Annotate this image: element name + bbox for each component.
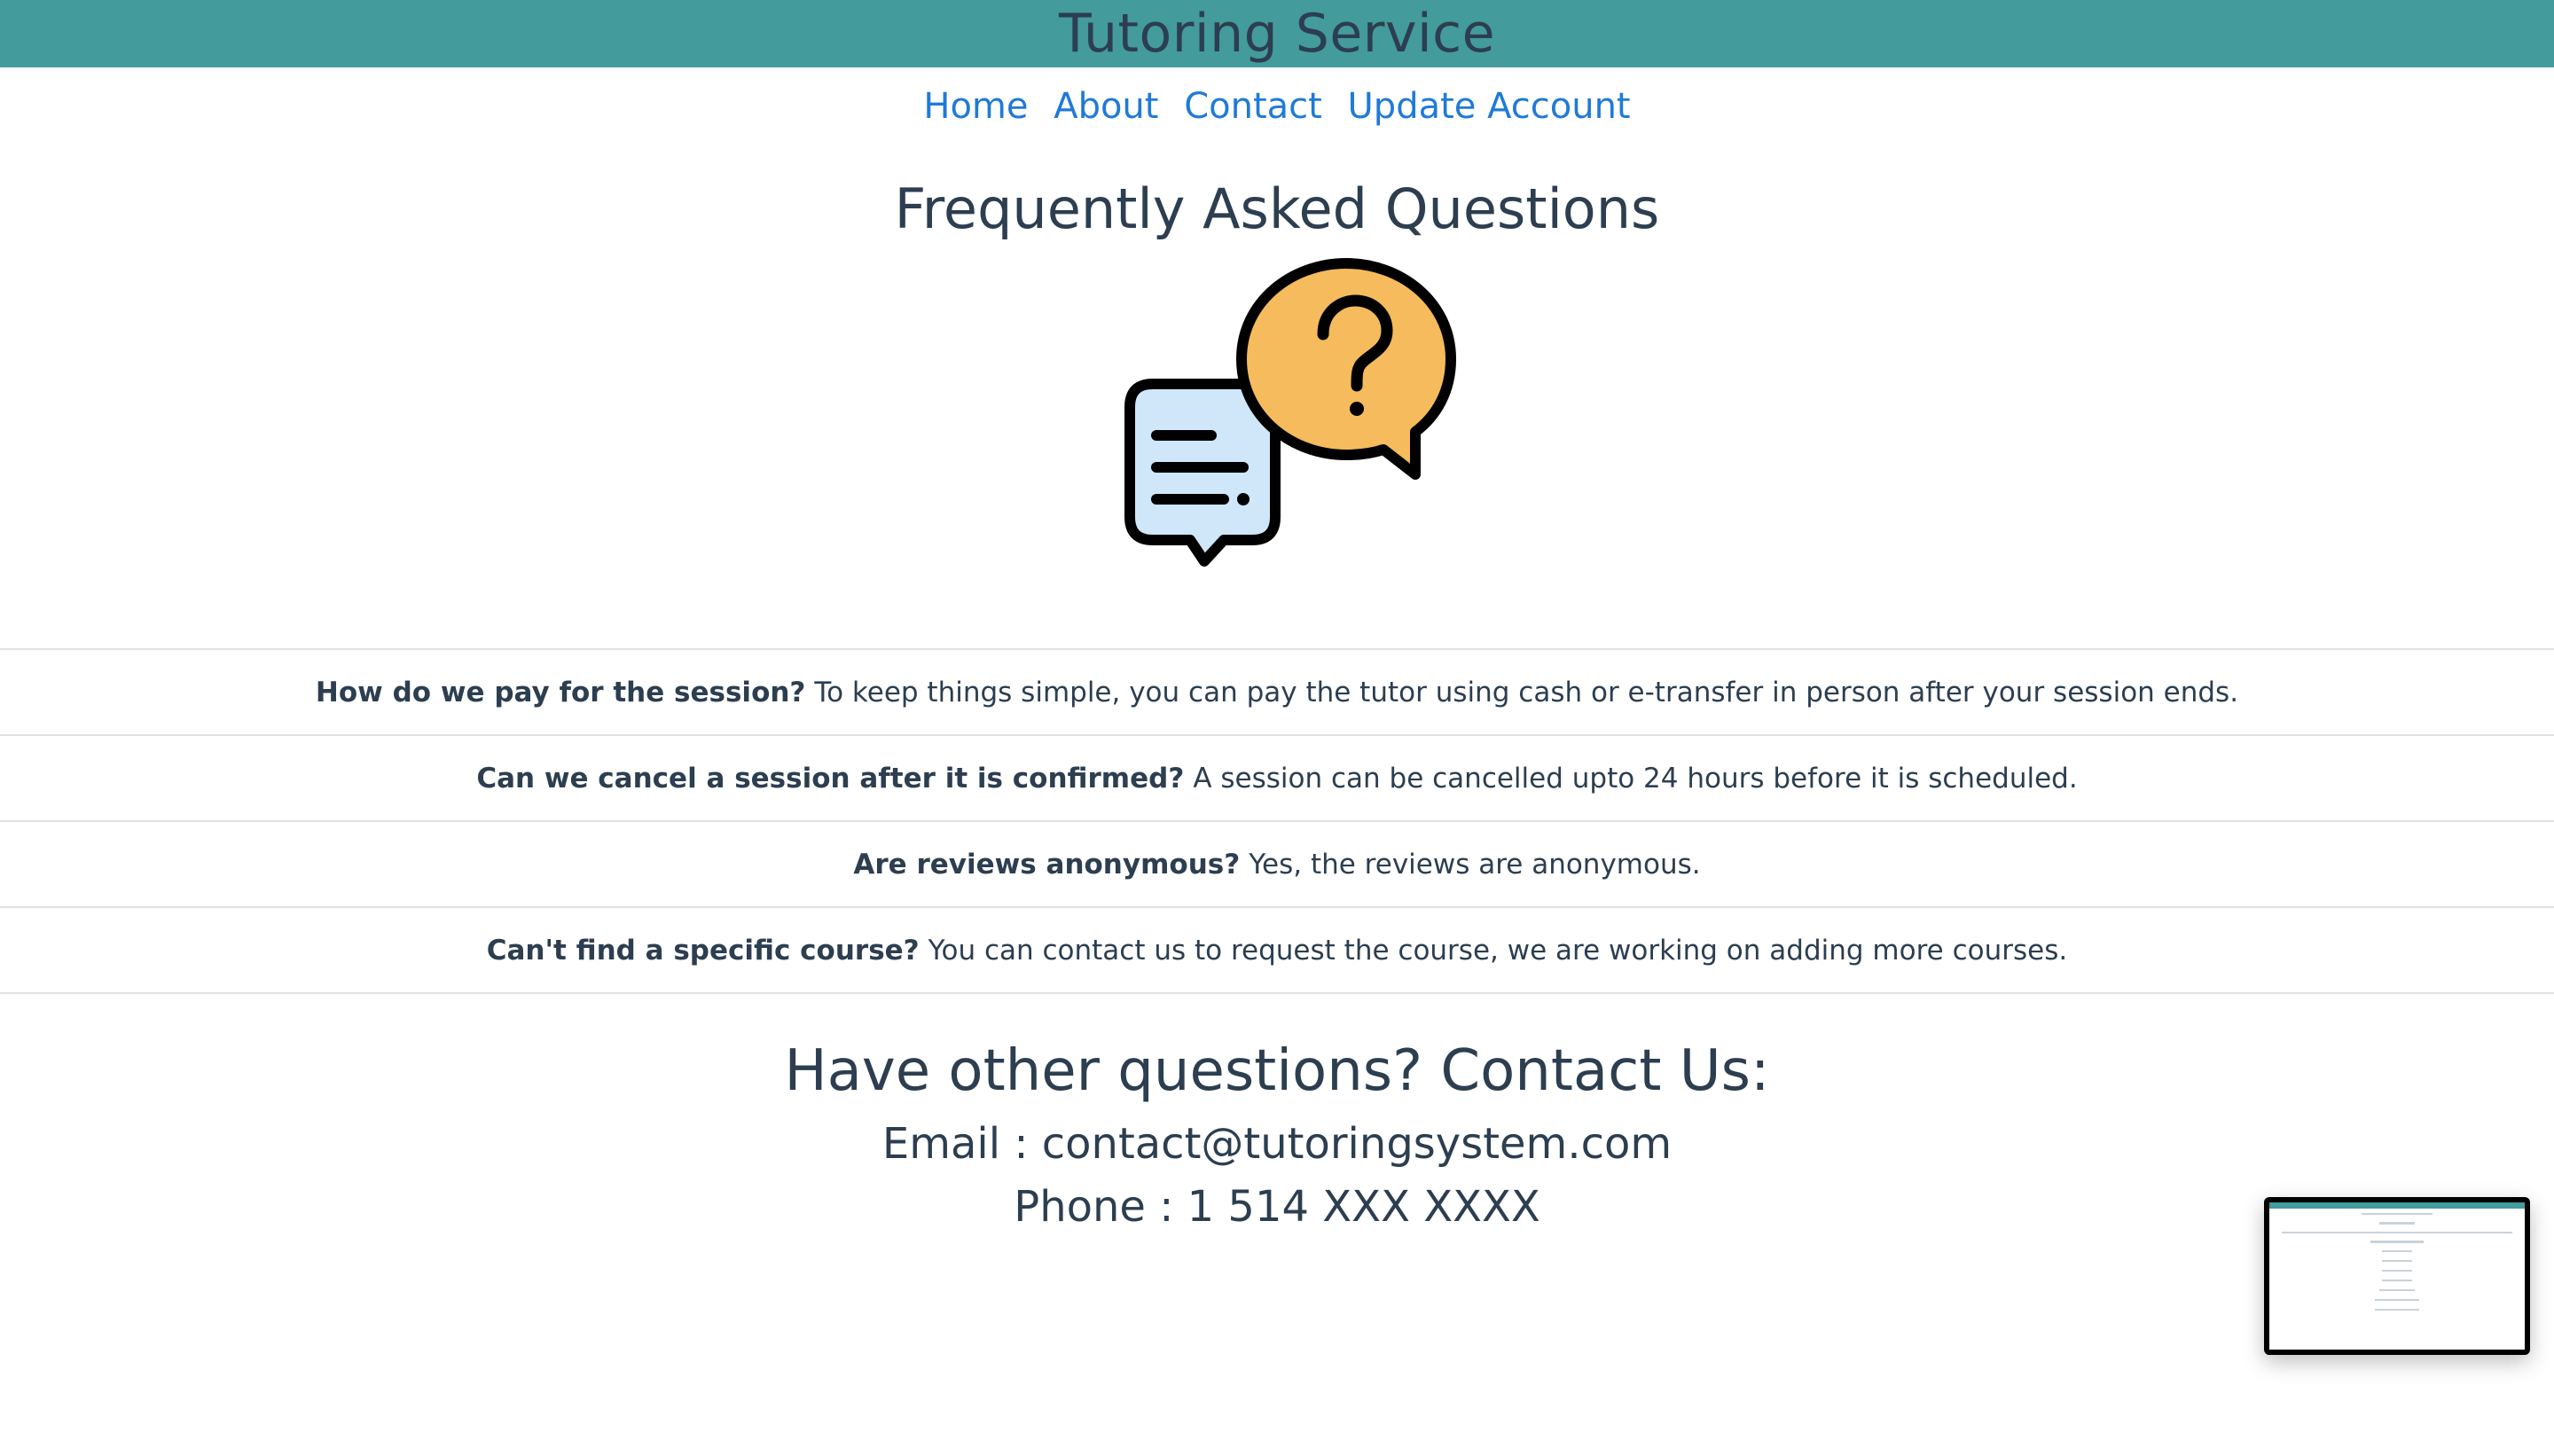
app-title: Tutoring Service: [1058, 3, 1496, 65]
thumbnail-line: [2362, 1213, 2433, 1215]
header-bar: Tutoring Service: [0, 0, 2554, 67]
thumbnail-line: [2370, 1241, 2424, 1243]
faq-item: Can't find a specific course? You can co…: [0, 906, 2554, 994]
page-title: Frequently Asked Questions: [894, 176, 1660, 241]
faq-question: Can we cancel a session after it is conf…: [476, 762, 1185, 795]
thumbnail-line: [2382, 1280, 2412, 1281]
thumbnail-line: [2379, 1289, 2415, 1291]
window-thumbnail[interactable]: [2264, 1197, 2530, 1355]
faq-item: How do we pay for the session? To keep t…: [0, 648, 2554, 734]
faq-item: Are reviews anonymous? Yes, the reviews …: [0, 820, 2554, 906]
thumbnail-line: [2382, 1250, 2412, 1252]
thumbnail-line: [2375, 1309, 2419, 1311]
thumbnail-line: [2375, 1299, 2419, 1301]
thumbnail-line: [2382, 1270, 2412, 1272]
thumbnail-preview: [2269, 1202, 2525, 1350]
faq-answer: You can contact us to request the course…: [928, 934, 2068, 967]
thumbnail-line: [2382, 1260, 2412, 1262]
faq-answer: A session can be cancelled upto 24 hours…: [1193, 762, 2078, 795]
thumbnail-header-bar: [2269, 1202, 2525, 1209]
faq-question: Can't find a specific course?: [486, 934, 920, 967]
contact-heading: Have other questions? Contact Us:: [784, 1038, 1770, 1104]
thumbnail-line: [2379, 1222, 2415, 1225]
faq-answer: To keep things simple, you can pay the t…: [814, 676, 2239, 708]
contact-email: Email : contact@tutoringsystem.com: [881, 1119, 1673, 1169]
faq-question: How do we pay for the session?: [315, 676, 806, 708]
faq-item: Can we cancel a session after it is conf…: [0, 734, 2554, 820]
chat-question-icon: [1091, 253, 1463, 625]
nav-contact-link[interactable]: Contact: [1184, 86, 1322, 127]
main-nav: Home About Contact Update Account: [0, 82, 2554, 131]
faq-list: How do we pay for the session? To keep t…: [0, 648, 2554, 994]
contact-phone: Phone : 1 514 XXX XXXX: [1014, 1182, 1540, 1232]
faq-answer: Yes, the reviews are anonymous.: [1249, 848, 1701, 881]
thumbnail-line: [2282, 1232, 2512, 1233]
faq-question: Are reviews anonymous?: [853, 848, 1241, 881]
nav-update-account-link[interactable]: Update Account: [1348, 86, 1631, 127]
nav-home-link[interactable]: Home: [923, 86, 1028, 127]
nav-about-link[interactable]: About: [1054, 86, 1158, 127]
